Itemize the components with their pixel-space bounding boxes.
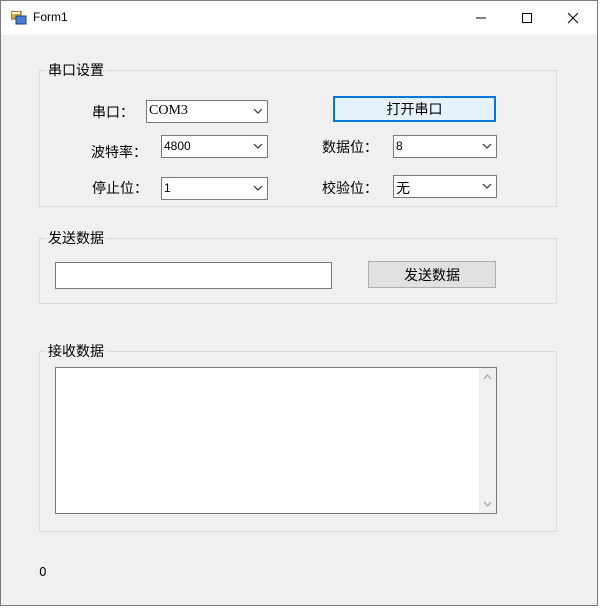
scroll-down-icon[interactable] <box>483 501 492 507</box>
baud-rate-select-value: 4800 <box>164 139 191 153</box>
serial-settings-title: 串口设置 <box>46 60 106 80</box>
send-input[interactable] <box>55 262 332 289</box>
port-label: 串口： <box>92 105 134 121</box>
stop-bits-select[interactable]: 1 <box>161 177 268 200</box>
port-select-value: COM3 <box>149 103 188 118</box>
send-data-button[interactable]: 发送数据 <box>368 261 496 288</box>
form-icon <box>11 11 27 25</box>
minimize-icon <box>476 17 486 19</box>
chevron-down-icon <box>482 143 492 149</box>
data-bits-select[interactable]: 8 <box>393 135 497 158</box>
parity-select-value: 无 <box>396 180 410 196</box>
maximize-button[interactable] <box>505 1 549 35</box>
chevron-down-icon <box>253 185 263 191</box>
receive-data-title: 接收数据 <box>46 341 106 361</box>
data-bits-select-value: 8 <box>396 139 403 153</box>
maximize-icon <box>522 13 532 23</box>
send-data-title: 发送数据 <box>46 228 106 248</box>
title-bar[interactable]: Form1 <box>1 1 597 35</box>
data-bits-label: 数据位： <box>322 140 378 156</box>
receive-scrollbar[interactable] <box>479 368 496 513</box>
close-icon <box>567 12 579 24</box>
chevron-down-icon <box>253 108 263 114</box>
open-port-button[interactable]: 打开串口 <box>333 96 496 122</box>
window-title: Form1 <box>33 10 68 24</box>
status-count: 0 <box>39 565 47 579</box>
baud-rate-label: 波特率： <box>91 145 147 161</box>
main-window: Form1 串口设置 串口： COM3 打开串口 波特率： 4800 数据位： … <box>0 0 598 606</box>
port-select[interactable]: COM3 <box>146 100 268 123</box>
scroll-up-icon[interactable] <box>483 374 492 380</box>
minimize-button[interactable] <box>459 1 503 35</box>
baud-rate-select[interactable]: 4800 <box>161 135 268 158</box>
receive-textarea[interactable] <box>55 367 497 514</box>
close-button[interactable] <box>551 1 595 35</box>
stop-bits-label: 停止位： <box>92 181 148 197</box>
parity-label: 校验位： <box>322 181 378 197</box>
parity-select[interactable]: 无 <box>393 175 497 198</box>
chevron-down-icon <box>253 143 263 149</box>
stop-bits-select-value: 1 <box>164 181 171 195</box>
chevron-down-icon <box>482 183 492 189</box>
